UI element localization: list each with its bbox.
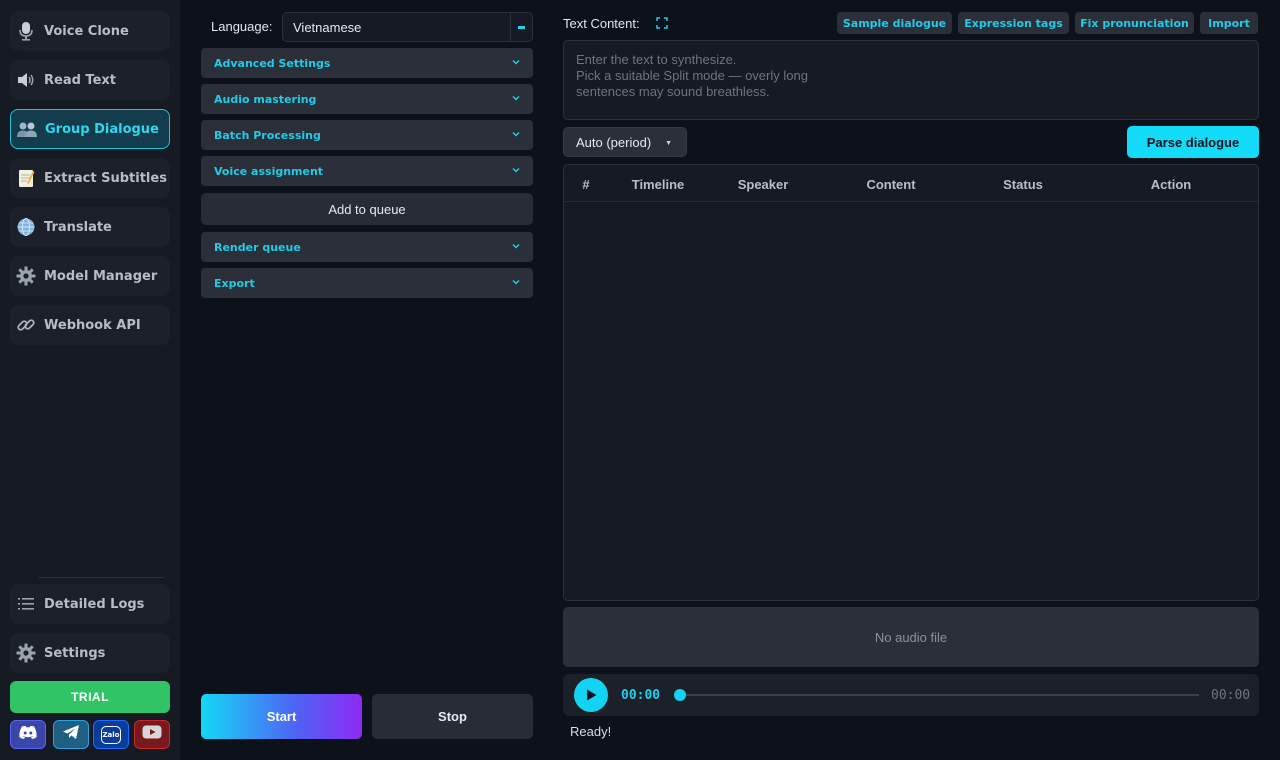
sidebar: Voice Clone Read Text Group Dialogue Ext… — [0, 0, 180, 760]
chevron-down-icon — [512, 279, 520, 285]
column-header-speaker: Speaker — [737, 177, 789, 192]
discord-button[interactable] — [10, 720, 46, 749]
section-render-queue[interactable]: Render queue — [201, 232, 533, 262]
chevron-down-icon — [512, 59, 520, 65]
users-icon — [15, 117, 39, 141]
zalo-icon: Zalo — [101, 725, 121, 744]
table-header: # Timeline Speaker Content Status Action — [564, 165, 1258, 202]
language-label: Language: — [211, 19, 273, 34]
microphone-icon — [14, 19, 38, 43]
sidebar-item-model-manager[interactable]: Model Manager — [10, 256, 170, 296]
globe-icon — [14, 215, 38, 239]
parse-dialogue-button[interactable]: Parse dialogue — [1127, 126, 1259, 158]
gear-icon — [14, 264, 38, 288]
split-mode-value: Auto (period) — [576, 134, 652, 150]
sidebar-item-label: Translate — [44, 219, 112, 235]
column-header-action: Action — [1150, 177, 1192, 192]
column-header-content: Content — [866, 177, 916, 192]
caret-down-icon: ▼ — [665, 140, 672, 147]
sidebar-item-label: Group Dialogue — [45, 121, 159, 137]
sidebar-item-label: Read Text — [44, 72, 116, 88]
chevron-down-icon — [512, 95, 520, 101]
chevron-down-icon — [512, 167, 520, 173]
sidebar-item-settings[interactable]: Settings — [10, 633, 170, 673]
sidebar-item-label: Extract Subtitles — [44, 170, 167, 186]
sidebar-item-label: Settings — [44, 645, 106, 661]
memo-icon — [14, 166, 38, 190]
add-to-queue-button[interactable]: Add to queue — [201, 193, 533, 225]
link-icon — [14, 313, 38, 337]
sidebar-item-webhook-api[interactable]: Webhook API — [10, 305, 170, 345]
sidebar-item-label: Detailed Logs — [44, 596, 145, 612]
youtube-button[interactable] — [134, 720, 170, 749]
sidebar-item-label: Voice Clone — [44, 23, 129, 39]
start-button[interactable]: Start — [201, 694, 362, 739]
dialogue-table: # Timeline Speaker Content Status Action — [563, 164, 1259, 601]
play-button[interactable] — [574, 678, 608, 712]
seek-bar[interactable] — [680, 694, 1199, 696]
language-select[interactable]: Vietnamese — [282, 12, 533, 42]
section-batch-processing[interactable]: Batch Processing — [201, 120, 533, 150]
expression-tags-button[interactable]: Expression tags — [958, 12, 1069, 34]
audio-dropzone: No audio file — [563, 607, 1259, 667]
status-text: Ready! — [570, 724, 612, 739]
sidebar-item-label: Webhook API — [44, 317, 141, 333]
placeholder-line: Pick a suitable Split mode — overly long — [576, 68, 808, 83]
placeholder-line: Enter the text to synthesize. — [576, 52, 737, 67]
sidebar-item-label: Model Manager — [44, 268, 158, 284]
sidebar-divider — [38, 577, 164, 578]
telegram-button[interactable] — [53, 720, 89, 749]
chevron-down-icon — [512, 131, 520, 137]
youtube-icon — [142, 725, 162, 744]
sample-dialogue-button[interactable]: Sample dialogue — [837, 12, 952, 34]
total-time: 00:00 — [1211, 688, 1251, 703]
section-export[interactable]: Export — [201, 268, 533, 298]
expand-icon[interactable] — [656, 17, 668, 29]
section-voice-assignment[interactable]: Voice assignment — [201, 156, 533, 186]
gear-icon — [14, 641, 38, 665]
column-header-timeline: Timeline — [631, 177, 685, 192]
column-header-index: # — [582, 177, 590, 192]
split-mode-select[interactable]: Auto (period) ▼ — [563, 127, 687, 157]
chevron-down-icon — [512, 243, 520, 249]
no-audio-text: No audio file — [874, 629, 948, 645]
sidebar-item-group-dialogue[interactable]: Group Dialogue — [10, 109, 170, 149]
sidebar-item-detailed-logs[interactable]: Detailed Logs — [10, 584, 170, 624]
language-value: Vietnamese — [293, 19, 362, 35]
sidebar-item-extract-subtitles[interactable]: Extract Subtitles — [10, 158, 170, 198]
import-button[interactable]: Import — [1200, 12, 1258, 34]
stop-button[interactable]: Stop — [372, 694, 533, 739]
sidebar-item-voice-clone[interactable]: Voice Clone — [10, 11, 170, 51]
telegram-icon — [62, 724, 80, 745]
seek-thumb[interactable] — [674, 689, 686, 701]
play-icon — [587, 689, 597, 701]
sidebar-item-translate[interactable]: Translate — [10, 207, 170, 247]
section-audio-mastering[interactable]: Audio mastering — [201, 84, 533, 114]
list-icon — [14, 592, 38, 616]
trial-button[interactable]: TRIAL — [10, 681, 170, 713]
text-content-input[interactable]: Enter the text to synthesize. Pick a sui… — [563, 40, 1259, 120]
collapse-icon[interactable] — [510, 13, 532, 41]
discord-icon — [18, 725, 38, 745]
current-time: 00:00 — [621, 688, 661, 703]
sidebar-item-read-text[interactable]: Read Text — [10, 60, 170, 100]
text-content-label: Text Content: — [563, 16, 640, 31]
zalo-button[interactable]: Zalo — [93, 720, 129, 749]
fix-pronunciation-button[interactable]: Fix pronunciation — [1075, 12, 1194, 34]
speaker-icon — [14, 68, 38, 92]
section-advanced-settings[interactable]: Advanced Settings — [201, 48, 533, 78]
column-header-status: Status — [1003, 177, 1043, 192]
placeholder-line: sentences may sound breathless. — [576, 84, 770, 99]
audio-player: 00:00 00:00 — [563, 674, 1259, 716]
